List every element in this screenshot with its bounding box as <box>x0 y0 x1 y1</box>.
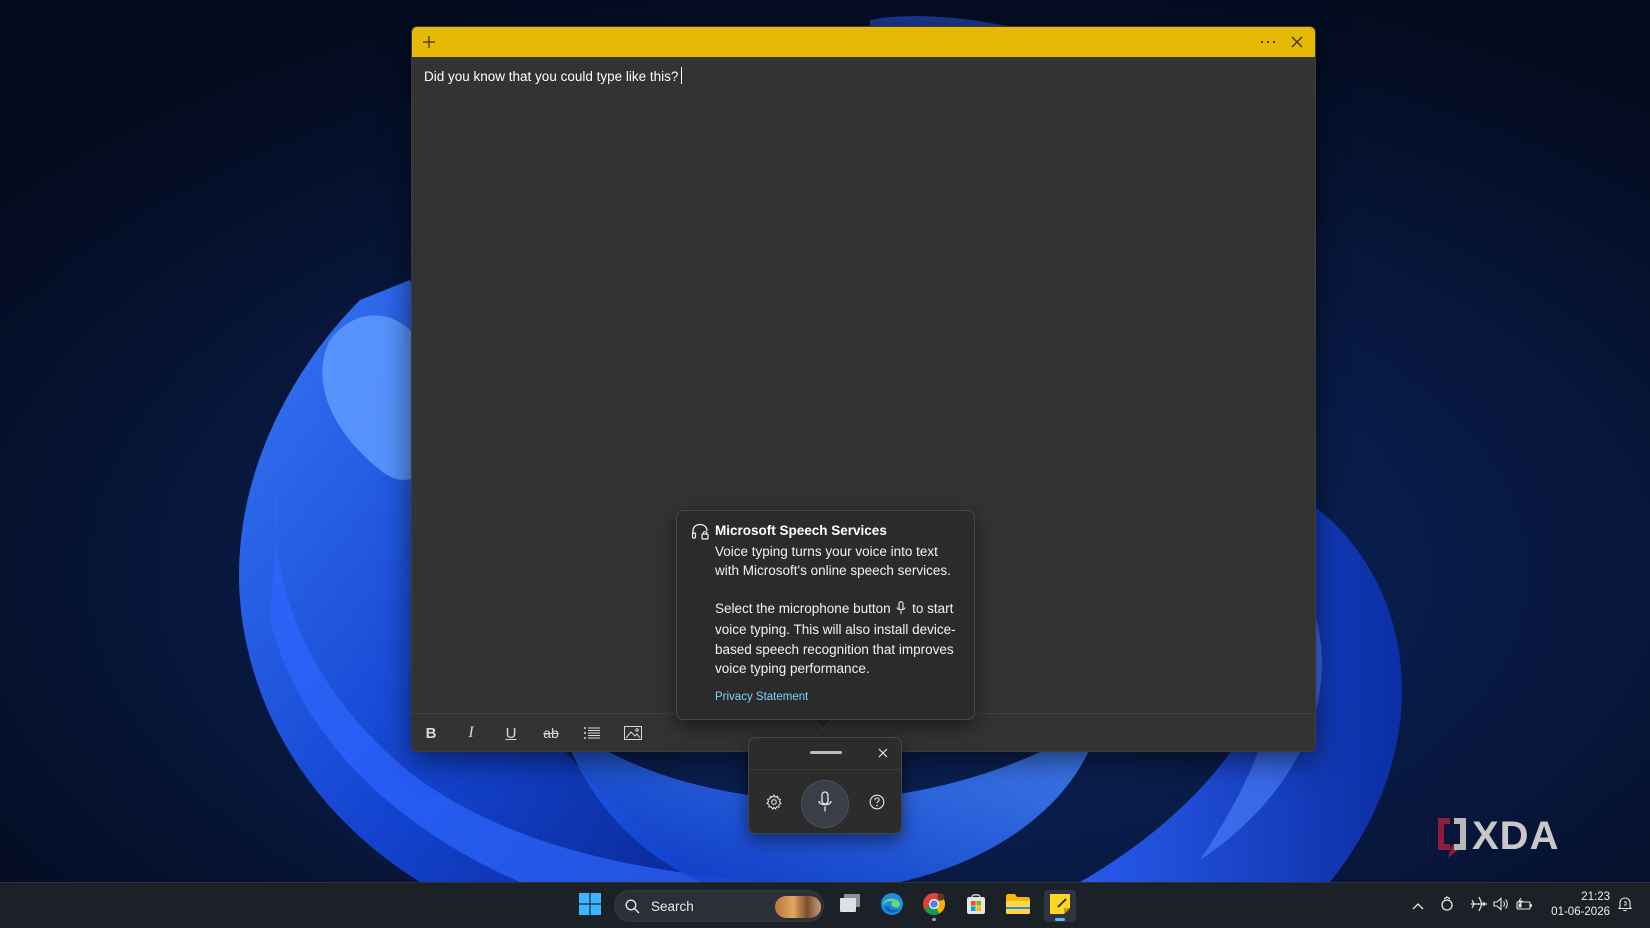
sticky-notes-app-button[interactable] <box>1044 890 1076 922</box>
edge-icon <box>880 892 904 921</box>
bold-button[interactable]: B <box>420 722 442 744</box>
chrome-icon <box>922 892 946 921</box>
xda-watermark-logo: XDA <box>1434 814 1590 867</box>
chrome-app-button[interactable] <box>918 890 950 922</box>
taskbar-search-box[interactable]: Search <box>614 890 824 922</box>
italic-icon: I <box>468 724 474 741</box>
bold-icon: B <box>425 724 437 742</box>
bullet-list-icon <box>583 726 601 740</box>
underline-icon: U <box>505 724 517 742</box>
instructions-part1: Select the microphone button <box>715 601 891 616</box>
italic-button[interactable]: I <box>460 722 482 744</box>
start-button[interactable] <box>574 890 606 922</box>
running-indicator <box>932 918 936 921</box>
headset-lock-icon <box>691 523 709 546</box>
privacy-statement-link[interactable]: Privacy Statement <box>715 691 808 703</box>
edge-app-button[interactable] <box>876 890 908 922</box>
store-icon <box>964 892 988 921</box>
microphone-icon <box>896 601 906 620</box>
help-icon <box>869 794 885 815</box>
close-icon <box>1291 36 1303 48</box>
xda-watermark-text: XDA <box>1472 814 1559 858</box>
strikethrough-button[interactable]: ab <box>540 722 562 744</box>
notification-center-button[interactable] <box>1616 896 1634 917</box>
close-note-button[interactable] <box>1285 30 1309 54</box>
search-highlight-image <box>775 896 821 918</box>
task-view-button[interactable] <box>834 890 866 922</box>
microphone-icon <box>817 790 833 818</box>
system-clock[interactable]: 21:23 01-06-2026 <box>1540 890 1610 920</box>
panel-divider <box>749 769 901 770</box>
store-app-button[interactable] <box>960 890 992 922</box>
note-header[interactable] <box>412 27 1315 57</box>
onedrive-tray-button[interactable] <box>1438 895 1456 917</box>
speech-services-tooltip: Microsoft Speech Services Voice typing t… <box>676 510 975 720</box>
menu-button[interactable] <box>1256 30 1280 54</box>
insert-image-button[interactable] <box>622 722 644 744</box>
chevron-up-icon <box>1412 897 1424 915</box>
strikethrough-icon: ab <box>543 725 559 741</box>
tooltip-title: Microsoft Speech Services <box>715 523 887 538</box>
show-hidden-icons-button[interactable] <box>1409 897 1427 915</box>
search-icon <box>625 899 640 919</box>
tooltip-instructions: Select the microphone button to start vo… <box>715 599 967 678</box>
airplane-icon <box>1470 896 1488 917</box>
note-text-area[interactable]: Did you know that you could type like th… <box>424 67 1303 86</box>
close-voice-typing-button[interactable] <box>871 742 895 766</box>
voice-typing-panel <box>748 737 902 834</box>
text-caret <box>681 67 683 84</box>
clock-date: 01-06-2026 <box>1551 906 1610 918</box>
plus-icon <box>422 35 436 49</box>
battery-tray-button[interactable] <box>1516 897 1534 915</box>
clock-time: 21:23 <box>1581 891 1610 903</box>
onedrive-icon <box>1440 895 1454 917</box>
sticky-notes-icon <box>1049 893 1071 920</box>
active-app-indicator <box>1055 918 1065 921</box>
note-text: Did you know that you could type like th… <box>424 69 679 84</box>
voice-settings-button[interactable] <box>762 792 786 816</box>
start-voice-typing-button[interactable] <box>801 780 849 828</box>
close-icon <box>878 745 888 763</box>
file-explorer-icon <box>1005 893 1031 920</box>
taskbar: Search 21:23 01-06-2026 <box>0 882 1650 928</box>
new-note-button[interactable] <box>417 30 441 54</box>
drag-handle[interactable] <box>810 751 842 754</box>
network-tray-button[interactable] <box>1470 896 1488 917</box>
underline-button[interactable]: U <box>500 722 522 744</box>
volume-tray-button[interactable] <box>1492 896 1510 916</box>
windows-start-icon <box>579 892 601 920</box>
image-icon <box>624 726 642 740</box>
task-view-icon <box>838 893 862 920</box>
settings-gear-icon <box>766 793 782 815</box>
battery-icon <box>1516 897 1534 916</box>
tooltip-description: Voice typing turns your voice into text … <box>715 544 951 579</box>
more-icon <box>1260 40 1276 44</box>
bullet-list-button[interactable] <box>581 722 603 744</box>
search-placeholder: Search <box>651 899 694 914</box>
notification-icon <box>1617 896 1633 917</box>
file-explorer-app-button[interactable] <box>1002 890 1034 922</box>
voice-help-button[interactable] <box>865 792 889 816</box>
volume-icon <box>1493 896 1509 916</box>
